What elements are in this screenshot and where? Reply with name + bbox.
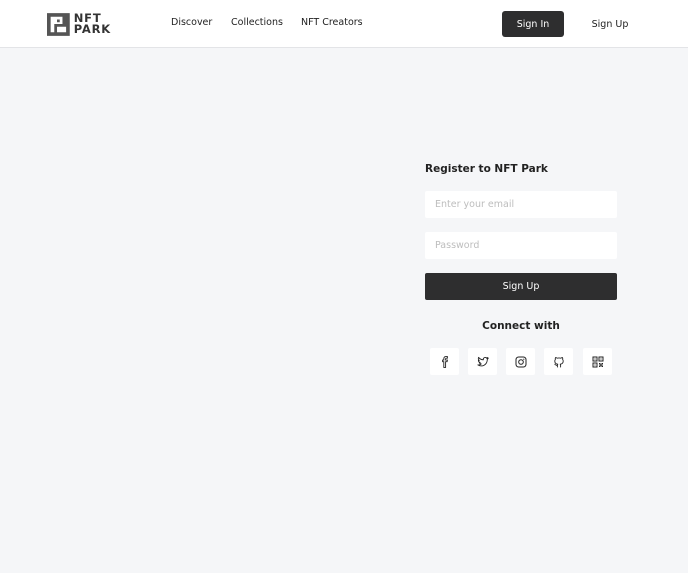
password-input[interactable] [425,232,617,259]
sign-up-submit-button[interactable]: Sign Up [425,273,617,300]
social-login-list [430,348,612,375]
logo-mark-icon [47,12,70,36]
facebook-login-button[interactable] [430,348,459,375]
instagram-icon [515,356,526,367]
nav-link-discover[interactable]: Discover [171,17,212,28]
github-icon [553,356,564,367]
nft-park-logo[interactable]: NFT PARK [47,11,111,37]
facebook-icon [441,355,448,368]
github-login-button[interactable] [544,348,573,375]
qr-code-login-button[interactable] [583,348,612,375]
connect-with-title: Connect with [482,320,560,332]
twitter-login-button[interactable] [468,348,497,375]
email-input[interactable] [425,191,617,218]
twitter-icon [476,356,489,366]
register-title: Register to NFT Park [425,163,548,175]
nav-link-collections[interactable]: Collections [231,17,283,28]
top-header: NFT PARK Discover Collections NFT Creato… [0,0,688,48]
logo-line-2: PARK [73,22,111,36]
nav-link-nft-creators[interactable]: NFT Creators [301,17,363,28]
qr-code-icon [592,356,603,367]
instagram-login-button[interactable] [506,348,535,375]
sign-up-header-button[interactable]: Sign Up [583,11,637,37]
logo-wordmark: NFT PARK [73,12,111,36]
sign-in-button[interactable]: Sign In [502,11,564,37]
